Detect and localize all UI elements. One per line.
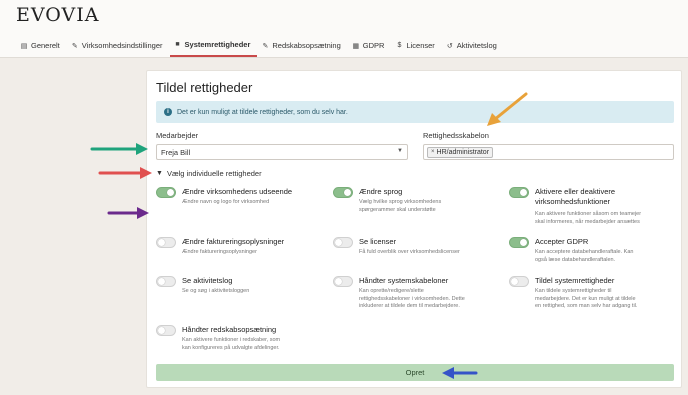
permission-title: Håndter redskabsopsætning	[182, 325, 277, 334]
assign-permissions-card: Tildel rettigheder i Det er kun muligt a…	[146, 70, 682, 388]
tab-systemrettigheder[interactable]: ■ Systemrettigheder	[169, 38, 258, 57]
settings-nav: ▤ Generelt ✎ Virksomhedsindstillinger ■ …	[16, 38, 504, 57]
permission-desc: Se og søg i aktivitetsloggen	[182, 288, 250, 294]
document-icon: ▤	[20, 42, 28, 50]
tab-generelt[interactable]: ▤ Generelt	[16, 38, 67, 57]
permission-title: Se aktivitetslog	[182, 276, 233, 285]
caret-down-icon: ▼	[397, 148, 403, 154]
permission-desc: Kan oprette/redigere/slette	[359, 288, 424, 294]
permission-desc: rettighedsskabeloner i virksomheden. Det…	[359, 295, 465, 302]
permission-desc: spørgerammer skal understøtte	[359, 206, 436, 213]
permission-desc: kan konfigureres på udvalgte afdelinger.	[182, 344, 280, 351]
permission-desc: Ændre faktureringsoplysninger	[182, 249, 257, 255]
annotation-arrow-blue	[442, 367, 478, 379]
employee-value: Freja Bill	[161, 147, 191, 157]
permission-title: Ændre sprog	[359, 187, 403, 196]
tab-gdpr[interactable]: ▦ GDPR	[348, 38, 392, 57]
history-icon: ↺	[446, 42, 453, 50]
permission-desc: Ændre navn og logo for virksomhed	[182, 199, 270, 205]
template-tag: × HR/administrator	[427, 146, 494, 158]
tab-label: GDPR	[362, 41, 385, 50]
annotation-arrow-teal	[90, 143, 148, 155]
permission-toggle[interactable]	[509, 237, 529, 248]
tab-label: Generelt	[31, 41, 60, 50]
permission-title: Aktivere eller deaktivere virksomhedsfun…	[535, 187, 616, 206]
brand-logo: EVOVIA	[16, 4, 100, 26]
permission-desc: Kan aktivere funktioner i redskaber, som	[182, 337, 281, 343]
annotation-arrow-purple	[107, 207, 149, 219]
template-tag-label: HR/administrator	[436, 148, 490, 156]
permission-title: Tildel systemrettigheder	[535, 276, 615, 285]
individual-permissions-toggle[interactable]: ▼ Vælg individuelle rettigheder	[156, 169, 262, 178]
permission-desc: Kan aktivere funktioner såsom om teameje…	[535, 211, 642, 217]
tab-label: Virksomhedsindstillinger	[81, 41, 163, 50]
tab-label: Redskabsopsætning	[272, 41, 341, 50]
annotation-arrow-red	[98, 167, 152, 179]
permission-toggle[interactable]	[333, 187, 353, 198]
wrench-icon: ✎	[71, 42, 78, 50]
permission-toggle[interactable]	[156, 237, 176, 248]
annotation-arrow-orange	[487, 92, 528, 126]
info-text: Det er kun muligt at tildele rettigheder…	[177, 108, 348, 116]
permission-desc: en rettighed, som man selv har adgang ti…	[535, 303, 638, 309]
permission-toggle[interactable]	[509, 187, 529, 198]
permission-desc: inkluderer at tildele dem til medarbejde…	[359, 303, 460, 309]
tab-label: Aktivitetslog	[456, 41, 497, 50]
remove-tag-icon[interactable]: ×	[431, 149, 435, 155]
card-title: Tildel rettigheder	[156, 80, 253, 95]
permission-desc: Vælg hvilke sprog virksomhedens	[359, 199, 442, 205]
tab-redskabsopsaetning[interactable]: ✎ Redskabsopsætning	[257, 38, 347, 57]
wrench-icon: ✎	[262, 42, 269, 50]
table-icon: ▦	[352, 42, 360, 50]
permission-desc: medarbejdere. Det er kun muligt at tilde…	[535, 295, 636, 302]
tab-aktivitetslog[interactable]: ↺ Aktivitetslog	[442, 38, 504, 57]
permission-title: Ændre virksomhedens udseende	[182, 187, 293, 196]
permission-toggle[interactable]	[333, 237, 353, 248]
permission-toggle[interactable]	[509, 276, 529, 287]
permission-toggle[interactable]	[333, 276, 353, 287]
tab-virksomhedsindstillinger[interactable]: ✎ Virksomhedsindstillinger	[67, 38, 170, 57]
info-icon: i	[164, 108, 172, 116]
tab-label: Systemrettigheder	[184, 40, 251, 49]
lock-icon: ■	[175, 41, 180, 48]
permission-title: Håndter systemskabeloner	[359, 276, 449, 285]
info-banner: i Det er kun muligt at tildele rettighed…	[156, 101, 674, 123]
employee-select[interactable]: Freja Bill ▼	[156, 144, 408, 160]
employee-label: Medarbejder	[156, 131, 199, 140]
permission-desc: Få fuld overblik over virksomhedslicense…	[359, 249, 460, 255]
tab-label: Licenser	[406, 41, 435, 50]
top-bar: EVOVIA ▤ Generelt ✎ Virksomhedsindstilli…	[0, 0, 688, 58]
permission-desc: Kan acceptere databehandleraftale. Kan	[535, 249, 634, 255]
create-button[interactable]: Opret	[156, 364, 674, 381]
individual-permissions-label: Vælg individuelle rettigheder	[166, 169, 262, 178]
caret-down-icon: ▼	[156, 170, 163, 177]
template-label: Rettighedsskabelon	[423, 131, 489, 140]
permission-title: Accepter GDPR	[535, 237, 589, 246]
dollar-icon: $	[397, 42, 402, 49]
permission-title: Se licenser	[359, 237, 397, 246]
permission-desc: Kan tildele systemrettigheder til	[535, 288, 612, 294]
permission-desc: også læse databehandleraftalen.	[535, 256, 616, 263]
permission-toggle[interactable]	[156, 325, 176, 336]
tab-licenser[interactable]: $ Licenser	[391, 38, 441, 57]
permission-toggle[interactable]	[156, 276, 176, 287]
permission-title: Ændre faktureringsoplysninger	[182, 237, 285, 246]
permission-toggle[interactable]	[156, 187, 176, 198]
permission-desc: skal informeres, når medarbejder ansætte…	[535, 218, 640, 225]
template-select[interactable]: × HR/administrator	[423, 144, 674, 160]
